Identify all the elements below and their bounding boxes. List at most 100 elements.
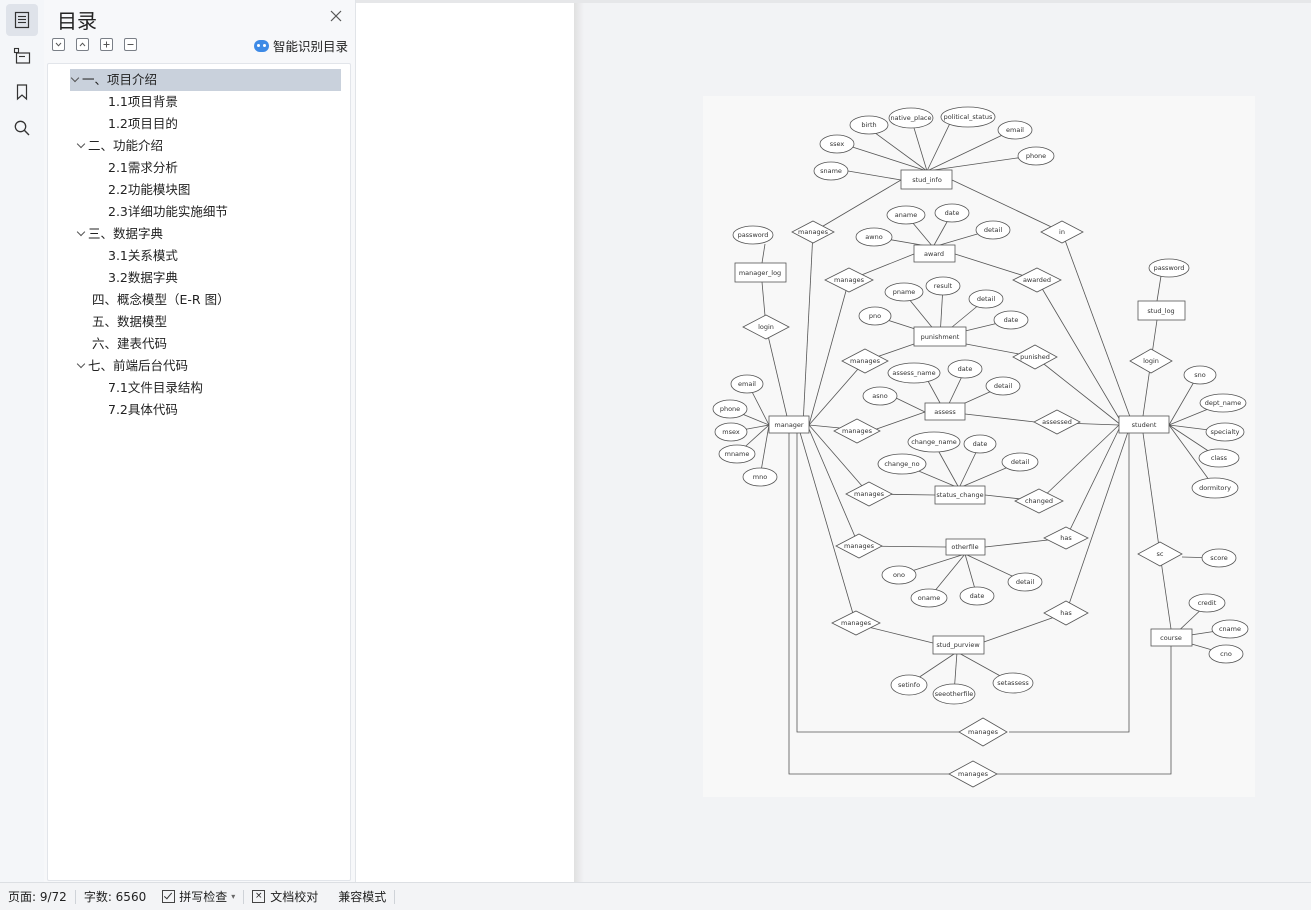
relation-label: manages [958, 770, 989, 778]
attribute-label: specialty [1210, 428, 1239, 436]
entity-label: course [1160, 634, 1182, 642]
toc-item[interactable]: 2.1需求分析 [108, 157, 178, 179]
compat-mode-label: 兼容模式 [338, 890, 387, 904]
add-heading-button[interactable] [100, 38, 113, 51]
attribute-label: setinfo [898, 681, 920, 689]
attribute-label: seeotherfile [935, 690, 974, 698]
attribute-label: birth [861, 121, 876, 129]
attribute-label: detail [994, 382, 1012, 390]
entity-label: student [1132, 421, 1157, 429]
attribute-label: change_no [884, 460, 919, 468]
attribute-label: result [934, 282, 953, 290]
toc-item[interactable]: 3.2数据字典 [108, 267, 178, 289]
attribute-label: ono [893, 571, 905, 579]
relation-label: manages [844, 542, 875, 550]
attribute-label: dormitory [1199, 484, 1231, 492]
attribute-label: mname [725, 450, 750, 458]
attribute-label: password [738, 231, 769, 239]
entity-label: otherfile [951, 543, 978, 551]
toc-item[interactable]: 二、功能介绍 [76, 135, 163, 157]
relation-label: manages [854, 490, 885, 498]
attribute-label: date [970, 592, 985, 600]
relation-label: manages [850, 357, 881, 365]
side-icon-strip [0, 0, 45, 882]
page-indicator[interactable]: 页面: 9/72 [0, 883, 75, 910]
chevron-down-icon [55, 42, 62, 47]
toc-item[interactable]: 1.1项目背景 [108, 91, 178, 113]
chevron-down-icon[interactable] [76, 355, 88, 377]
toc-item[interactable]: 三、数据字典 [76, 223, 163, 245]
bookmark-icon [16, 84, 28, 101]
attribute-label: detail [1016, 578, 1034, 586]
er-diagram-image[interactable]: stud_info award manager_log punishment s… [703, 96, 1255, 797]
attribute-label: password [1154, 264, 1185, 272]
toc-item[interactable]: 7.1文件目录结构 [108, 377, 203, 399]
toc-item[interactable]: 3.1关系模式 [108, 245, 178, 267]
er-diagram: stud_info award manager_log punishment s… [712, 106, 1249, 788]
chevron-down-icon[interactable] [76, 135, 88, 157]
caret-down-icon[interactable]: ▾ [231, 892, 235, 901]
attribute-label: msex [722, 428, 740, 436]
relation-label: manages [841, 619, 872, 627]
entity-label: assess [934, 408, 956, 416]
toc-item[interactable]: 7.2具体代码 [108, 399, 178, 421]
collapse-all-button[interactable] [76, 38, 89, 51]
attribute-label: setassess [997, 679, 1029, 687]
relation-label: manages [968, 728, 999, 736]
attribute-label: assess_name [892, 369, 935, 377]
chevron-down-icon[interactable] [70, 69, 82, 91]
attribute-label: political_status [944, 113, 993, 121]
toc-item[interactable]: 四、概念模型（E-R 图） [92, 289, 230, 311]
remove-heading-button[interactable] [124, 38, 137, 51]
smart-toc-button[interactable]: 智能识别目录 [254, 36, 348, 55]
toc-title: 目录 [57, 9, 97, 33]
spell-check-button[interactable]: 拼写检查 ▾ [154, 883, 243, 910]
close-icon[interactable] [328, 8, 344, 24]
proofread-button[interactable]: × 文档校对 [244, 883, 326, 910]
toc-item[interactable]: 2.3详细功能实施细节 [108, 201, 228, 223]
attribute-label: date [945, 209, 960, 217]
search-button[interactable] [6, 112, 38, 144]
toc-item[interactable]: 一、项目介绍 [70, 69, 341, 91]
chevron-up-icon [79, 42, 86, 47]
toc-item-label: 七、前端后台代码 [88, 358, 189, 373]
attribute-label: oname [918, 594, 940, 602]
er-labels: stud_info award manager_log punishment s… [720, 113, 1241, 778]
toc-item[interactable]: 六、建表代码 [92, 333, 167, 355]
status-bar: 页面: 9/72 字数: 6560 拼写检查 ▾ × 文档校对 兼容模式 [0, 882, 1311, 910]
relation-label: login [758, 323, 774, 331]
navigation-pane-button[interactable] [6, 40, 38, 72]
toc-item[interactable]: 1.2项目目的 [108, 113, 178, 135]
attribute-label: date [958, 365, 973, 373]
toc-item[interactable]: 五、数据模型 [92, 311, 167, 333]
attribute-label: pno [869, 312, 881, 320]
attribute-label: sno [1194, 371, 1206, 379]
proofread-label: 文档校对 [270, 890, 319, 904]
chevron-down-icon[interactable] [76, 223, 88, 245]
toc-item-label: 三、数据字典 [88, 226, 164, 241]
attribute-label: email [738, 380, 756, 388]
relation-label: has [1060, 609, 1072, 617]
attribute-label: awno [865, 233, 882, 241]
checkbox-icon [162, 890, 176, 903]
attribute-label: class [1211, 454, 1228, 462]
expand-all-button[interactable] [52, 38, 65, 51]
bookmark-button[interactable] [6, 76, 38, 108]
entity-label: stud_info [912, 176, 942, 184]
toc-item[interactable]: 2.2功能模块图 [108, 179, 190, 201]
attribute-label: phone [720, 405, 740, 413]
attribute-label: detail [977, 295, 995, 303]
entity-label: punishment [921, 333, 960, 341]
relation-label: login [1143, 357, 1159, 365]
word-count[interactable]: 字数: 6560 [76, 883, 154, 910]
attribute-label: detail [984, 226, 1002, 234]
relation-label: punished [1020, 353, 1050, 361]
attribute-label: credit [1198, 599, 1217, 607]
attribute-label: asno [872, 392, 887, 400]
entity-label: award [924, 250, 944, 258]
toc-item-label: 一、项目介绍 [82, 72, 158, 87]
search-icon [14, 120, 30, 136]
attribute-label: change_name [911, 438, 957, 446]
toc-item[interactable]: 七、前端后台代码 [76, 355, 188, 377]
toc-view-button[interactable] [6, 4, 38, 36]
